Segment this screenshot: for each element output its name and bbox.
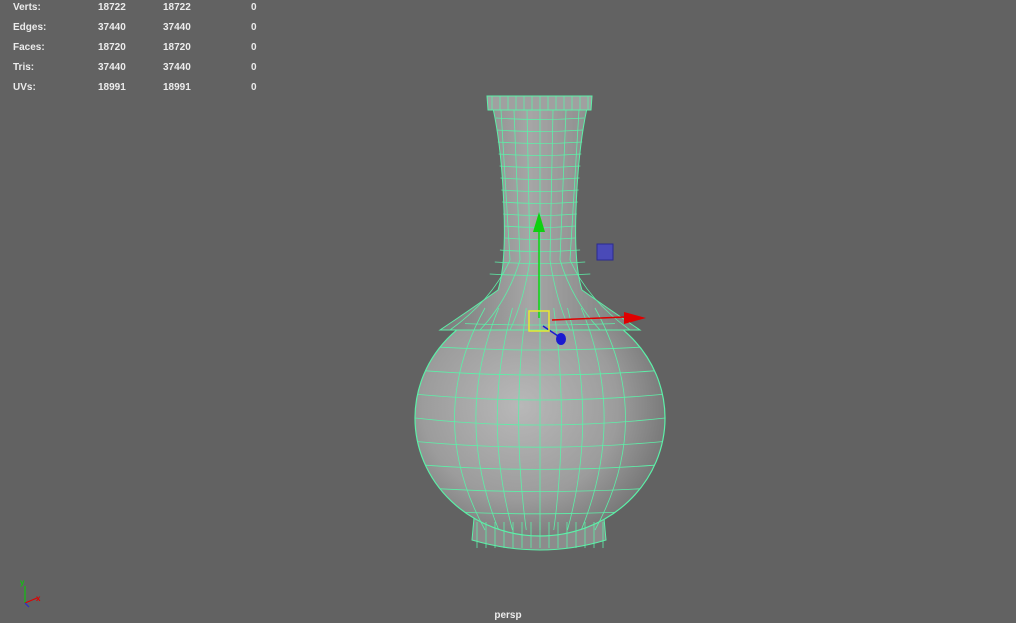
plane-move-handle[interactable]	[596, 243, 614, 261]
hud-value: 0	[251, 62, 257, 73]
hud-label: Faces:	[13, 42, 45, 53]
view-axis-indicator: y x	[20, 578, 41, 608]
hud-value: 18722	[163, 2, 191, 13]
hud-label: Verts:	[13, 2, 41, 13]
hud-label: UVs:	[13, 82, 36, 93]
hud-row-faces: Faces: 18720 18720 0	[13, 41, 273, 61]
hud-value: 0	[251, 22, 257, 33]
z-axis-handle[interactable]	[556, 333, 566, 345]
hud-value: 37440	[98, 22, 126, 33]
hud-value: 0	[251, 82, 257, 93]
hud-label: Edges:	[13, 22, 47, 33]
hud-value: 0	[251, 42, 257, 53]
hud-label: Tris:	[13, 62, 35, 73]
hud-row-verts: Verts: 18722 18722 0	[13, 1, 273, 21]
hud-value: 0	[251, 2, 257, 13]
hud-value: 37440	[163, 62, 191, 73]
hud-value: 18720	[98, 42, 126, 53]
hud-value: 18991	[163, 82, 191, 93]
hud-value: 37440	[98, 62, 126, 73]
x-axis-arrow[interactable]	[624, 312, 646, 324]
hud-value: 18720	[163, 42, 191, 53]
hud-value: 18722	[98, 2, 126, 13]
axis-x-label: x	[36, 594, 41, 603]
axis-y-label: y	[20, 578, 25, 587]
hud-row-edges: Edges: 37440 37440 0	[13, 21, 273, 41]
hud-value: 37440	[163, 22, 191, 33]
hud-value: 18991	[98, 82, 126, 93]
vase-lip	[486, 95, 593, 111]
hud-row-uvs: UVs: 18991 18991 0	[13, 81, 273, 101]
poly-count-hud: Verts: 18722 18722 0 Edges: 37440 37440 …	[13, 1, 273, 101]
hud-row-tris: Tris: 37440 37440 0	[13, 61, 273, 81]
camera-name-label: persp	[494, 610, 522, 621]
axis-z-line	[24, 602, 30, 608]
